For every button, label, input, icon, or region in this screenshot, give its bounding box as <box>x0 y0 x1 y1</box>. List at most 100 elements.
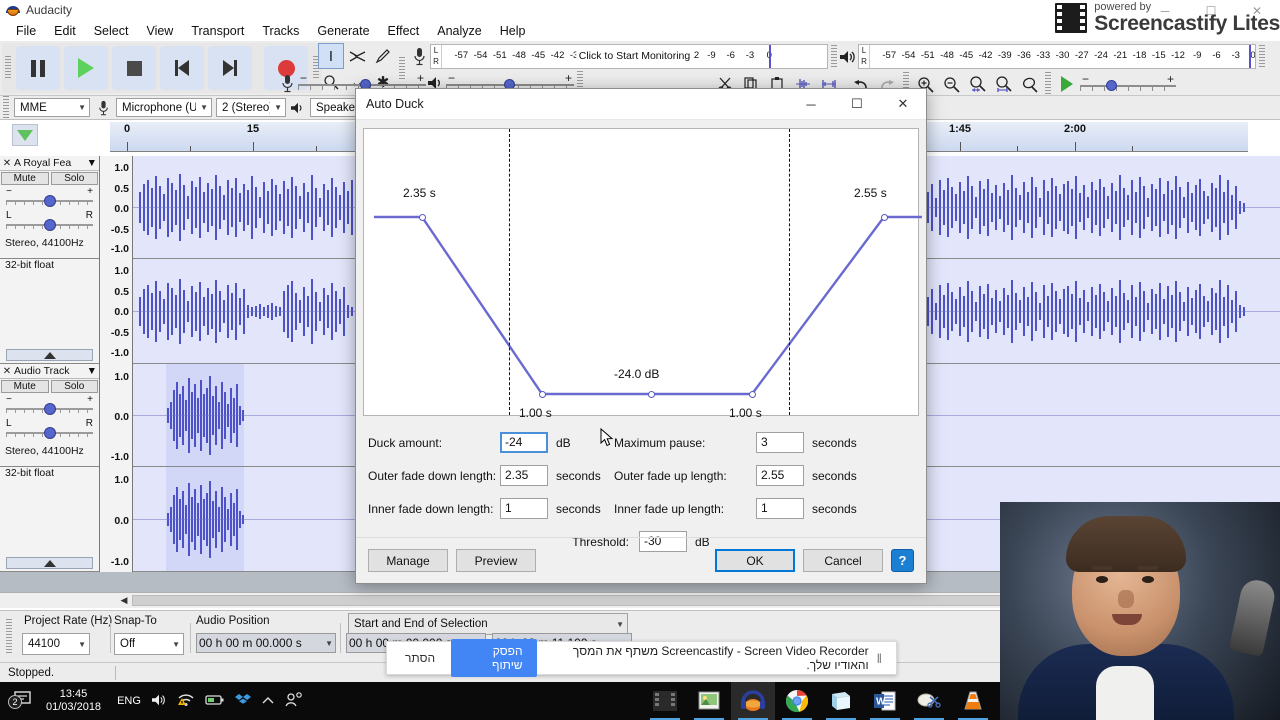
pause-recording-icon[interactable]: ‖ <box>877 651 882 666</box>
dialog-close-icon[interactable]: ✕ <box>880 89 926 120</box>
start-monitoring-hint[interactable]: Click to Start Monitoring <box>575 50 694 62</box>
hide-button[interactable]: הסתר <box>395 651 445 665</box>
pinned-play-head-button[interactable] <box>12 124 38 146</box>
selbar-grip-icon[interactable] <box>6 619 12 655</box>
fit-project-icon[interactable] <box>990 71 1016 97</box>
dropbox-icon[interactable] <box>234 693 251 710</box>
vlc-icon[interactable] <box>951 682 995 720</box>
battery-icon[interactable] <box>205 694 225 709</box>
people-icon[interactable] <box>285 691 303 711</box>
menu-analyze[interactable]: Analyze <box>428 22 490 40</box>
menu-select[interactable]: Select <box>85 22 138 40</box>
track-gain-slider[interactable]: − + <box>6 186 93 210</box>
menu-tracks[interactable]: Tracks <box>253 22 308 40</box>
track-title-dropdown[interactable]: Audio Track ▼ <box>14 365 99 377</box>
menu-help[interactable]: Help <box>491 22 535 40</box>
microphone-icon[interactable] <box>408 45 430 69</box>
photo-viewer-icon[interactable] <box>687 682 731 720</box>
toolbar-grip4-icon[interactable] <box>831 44 837 69</box>
track-control-panel-2b[interactable]: 32-bit float <box>0 467 100 572</box>
speaker-icon[interactable] <box>838 46 858 68</box>
stop-sharing-button[interactable]: הפסק שיתוף <box>451 639 537 677</box>
track-collapse-button[interactable] <box>6 349 93 361</box>
language-indicator[interactable]: ENG <box>117 695 141 707</box>
inner-fade-down-input[interactable]: 1 <box>500 498 548 519</box>
pause-button[interactable] <box>16 46 60 90</box>
draw-tool-icon[interactable] <box>370 43 396 69</box>
selection-tool-icon[interactable]: I <box>318 43 344 69</box>
track-control-panel-1b[interactable]: 32-bit float <box>0 259 100 364</box>
inner-fade-up-input[interactable]: 1 <box>756 498 804 519</box>
ok-button[interactable]: OK <box>715 549 795 572</box>
word-icon[interactable]: W <box>863 682 907 720</box>
playback-meter[interactable]: L R -57 -54 -51 -48 -45 -42 -39 -36 -33 … <box>858 44 1256 69</box>
recording-channels-select[interactable]: 2 (Stereo) ▼ <box>216 98 286 117</box>
menu-generate[interactable]: Generate <box>308 22 378 40</box>
manage-button[interactable]: Manage <box>368 549 448 572</box>
clock[interactable]: 13:45 01/03/2018 <box>46 688 101 714</box>
selection-mode-select[interactable]: Start and End of Selection ▼ <box>348 613 628 635</box>
skip-to-end-button[interactable] <box>208 46 252 90</box>
solo-button[interactable]: Solo <box>50 172 98 185</box>
menu-edit[interactable]: Edit <box>45 22 85 40</box>
envelope-tool-icon[interactable] <box>344 43 370 69</box>
recording-device-select[interactable]: Microphone (U ▼ <box>116 98 212 117</box>
track-control-panel-2[interactable]: ✕ Audio Track ▼ Mute Solo − + L R Stereo… <box>0 364 100 467</box>
menu-file[interactable]: File <box>7 22 45 40</box>
audio-position-field[interactable]: 00 h 00 m 00.000 s ▼ <box>196 633 336 653</box>
toolbar-grip8-icon[interactable] <box>1045 72 1051 96</box>
toolbar-grip5-icon[interactable] <box>1259 44 1265 69</box>
chrome-icon[interactable] <box>775 682 819 720</box>
snipping-tool-icon[interactable] <box>907 682 951 720</box>
dialog-maximize-icon[interactable]: ☐ <box>834 89 880 120</box>
preview-button[interactable]: Preview <box>456 549 536 572</box>
play-at-speed-icon[interactable] <box>1054 71 1080 97</box>
devicebar-grip-icon[interactable] <box>3 95 9 120</box>
skip-to-start-button[interactable] <box>160 46 204 90</box>
project-rate-select[interactable]: 44100 ▼ <box>22 633 90 655</box>
maximum-pause-input[interactable]: 3 <box>756 432 804 453</box>
audio-host-select[interactable]: MME ▼ <box>14 98 90 117</box>
track-close-button[interactable]: ✕ <box>0 158 14 169</box>
help-button[interactable]: ? <box>891 549 914 572</box>
track-control-panel-1[interactable]: ✕ A Royal Fea ▼ Mute Solo − + L R Stereo… <box>0 156 100 259</box>
notepad-icon[interactable] <box>819 682 863 720</box>
vertical-ruler-2b[interactable]: 1.0 0.0 -1.0 <box>100 467 133 572</box>
envelope-node[interactable] <box>748 390 756 398</box>
menu-view[interactable]: View <box>137 22 182 40</box>
wifi-warning-icon[interactable] <box>177 692 195 710</box>
screencastify-notification-bar[interactable]: ‖ Screencastify - Screen Video Recorder … <box>386 639 897 677</box>
envelope-node[interactable] <box>538 390 546 398</box>
play-speed-slider[interactable]: − + <box>1080 72 1176 94</box>
duck-envelope-graph[interactable]: 2.35 s 2.55 s 1.00 s 1.00 s -24.0 dB <box>363 128 922 420</box>
vertical-ruler-2a[interactable]: 1.0 0.0 -1.0 <box>100 364 133 467</box>
volume-icon[interactable] <box>151 693 167 710</box>
toolbar-grip-icon[interactable] <box>5 56 11 80</box>
envelope-node[interactable] <box>647 390 655 398</box>
envelope-node[interactable] <box>880 213 888 221</box>
fit-selection-icon[interactable] <box>964 71 990 97</box>
track-gain-slider[interactable]: − + <box>6 394 93 418</box>
recording-meter[interactable]: L R -57 -54 -51 -48 -45 -42 -39 -18 -15 … <box>430 44 828 69</box>
stop-button[interactable] <box>112 46 156 90</box>
dialog-minimize-icon[interactable]: ─ <box>788 89 834 120</box>
outer-fade-down-input[interactable]: 2.35 <box>500 465 548 486</box>
play-button[interactable] <box>64 46 108 90</box>
envelope-node[interactable] <box>418 213 426 221</box>
track-title-dropdown[interactable]: A Royal Fea ▼ <box>14 157 99 169</box>
auto-duck-dialog[interactable]: Auto Duck ─ ☐ ✕ 2.35 s 2.55 s 1.00 s 1.0… <box>355 88 927 584</box>
vertical-ruler-1b[interactable]: 1.0 0.5 0.0 -0.5 -1.0 <box>100 259 133 364</box>
mute-button[interactable]: Mute <box>1 380 49 393</box>
mute-button[interactable]: Mute <box>1 172 49 185</box>
track-close-button[interactable]: ✕ <box>0 366 14 377</box>
menu-effect[interactable]: Effect <box>379 22 429 40</box>
duck-amount-input[interactable]: -24 <box>500 432 548 453</box>
track-collapse-button[interactable] <box>6 557 93 569</box>
menu-transport[interactable]: Transport <box>182 22 253 40</box>
film-icon[interactable] <box>643 682 687 720</box>
scroll-left-icon[interactable]: ◀ <box>116 595 132 606</box>
audacity-icon[interactable] <box>730 682 775 720</box>
track-pan-slider[interactable]: L R <box>6 418 93 442</box>
notifications-icon[interactable]: 2 <box>8 690 36 712</box>
outer-fade-up-input[interactable]: 2.55 <box>756 465 804 486</box>
